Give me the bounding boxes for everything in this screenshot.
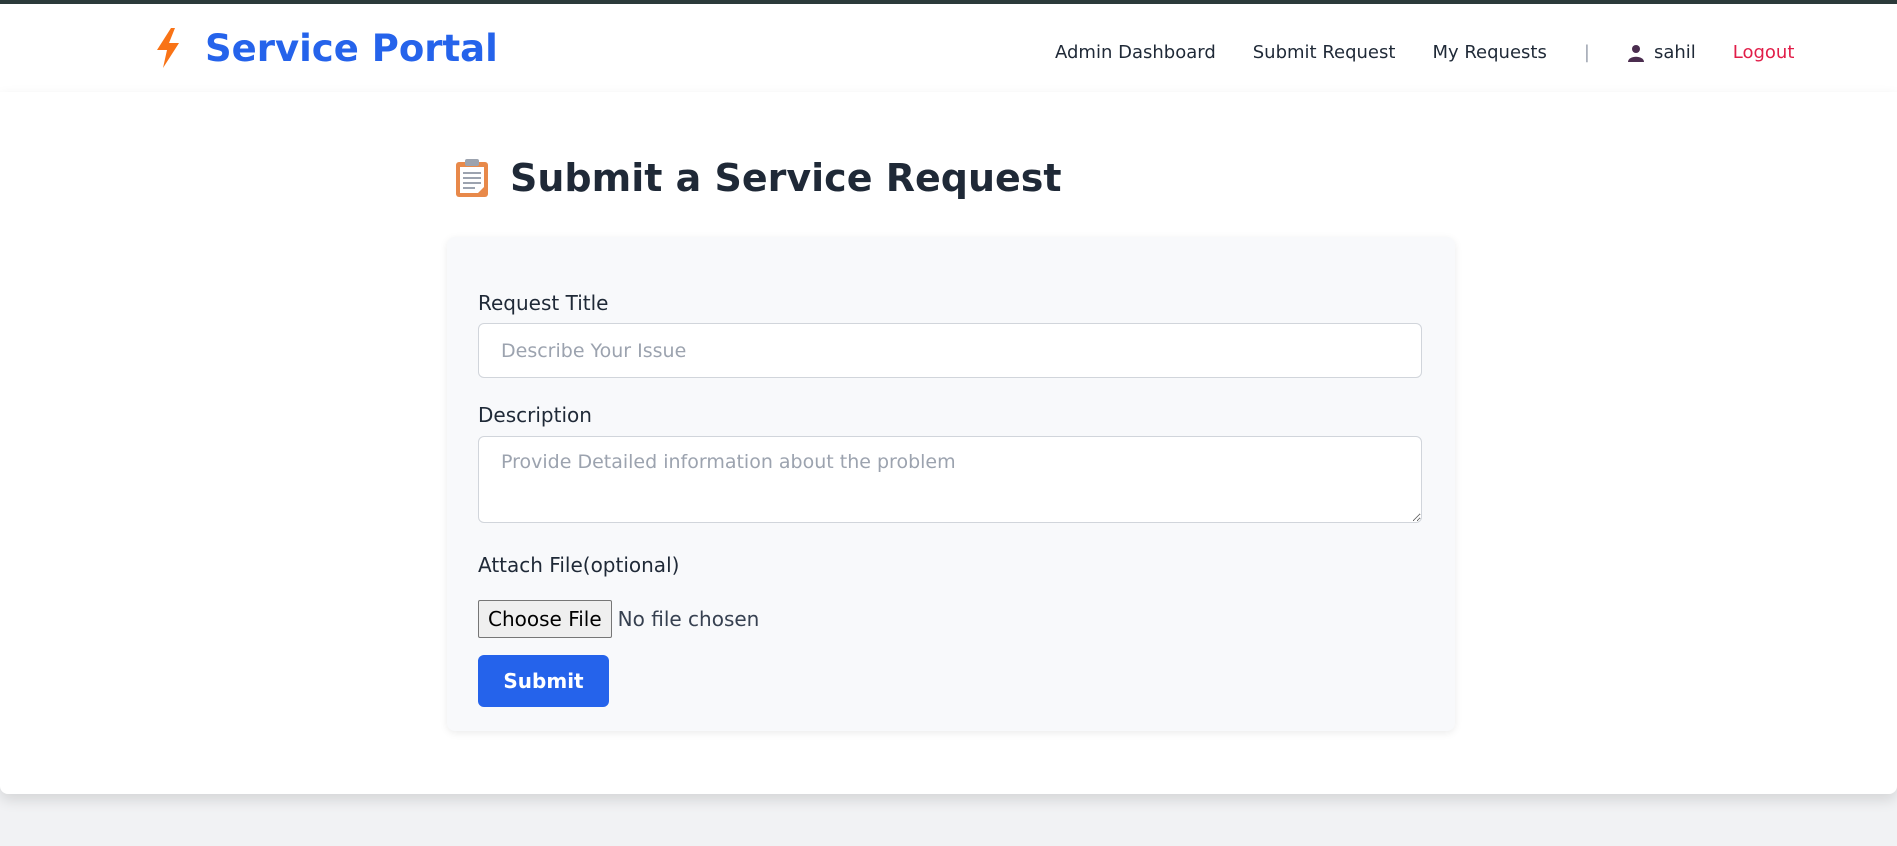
file-input: Choose File No file chosen bbox=[478, 600, 759, 638]
submit-button[interactable]: Submit bbox=[478, 655, 609, 707]
lightning-bolt-icon bbox=[157, 28, 179, 68]
description-label: Description bbox=[478, 403, 592, 427]
page-heading: Submit a Service Request bbox=[510, 156, 1062, 200]
choose-file-button[interactable]: Choose File bbox=[478, 600, 612, 638]
file-status: No file chosen bbox=[617, 607, 760, 631]
description-textarea[interactable] bbox=[478, 436, 1422, 523]
current-user: sahil bbox=[1627, 42, 1696, 63]
request-title-input[interactable] bbox=[478, 323, 1422, 378]
main-content: Submit a Service Request Request Title D… bbox=[0, 92, 1897, 794]
request-title-label: Request Title bbox=[478, 291, 609, 315]
clipboard-icon bbox=[456, 159, 488, 197]
attach-file-label: Attach File(optional) bbox=[478, 553, 680, 577]
username: sahil bbox=[1653, 42, 1696, 63]
logout-link[interactable]: Logout bbox=[1733, 42, 1795, 63]
user-icon bbox=[1627, 44, 1644, 62]
main-nav: Admin Dashboard Submit Request My Reques… bbox=[1055, 42, 1794, 63]
nav-admin-dashboard[interactable]: Admin Dashboard bbox=[1055, 42, 1216, 63]
service-request-form: Request Title Description Attach File(op… bbox=[447, 237, 1455, 731]
navbar: Service Portal Admin Dashboard Submit Re… bbox=[0, 4, 1897, 92]
nav-separator: | bbox=[1583, 42, 1590, 63]
brand-name: Service Portal bbox=[205, 26, 498, 70]
page-title: Submit a Service Request bbox=[454, 156, 1062, 200]
nav-submit-request[interactable]: Submit Request bbox=[1253, 42, 1396, 63]
nav-my-requests[interactable]: My Requests bbox=[1432, 42, 1546, 63]
brand[interactable]: Service Portal bbox=[155, 28, 498, 68]
